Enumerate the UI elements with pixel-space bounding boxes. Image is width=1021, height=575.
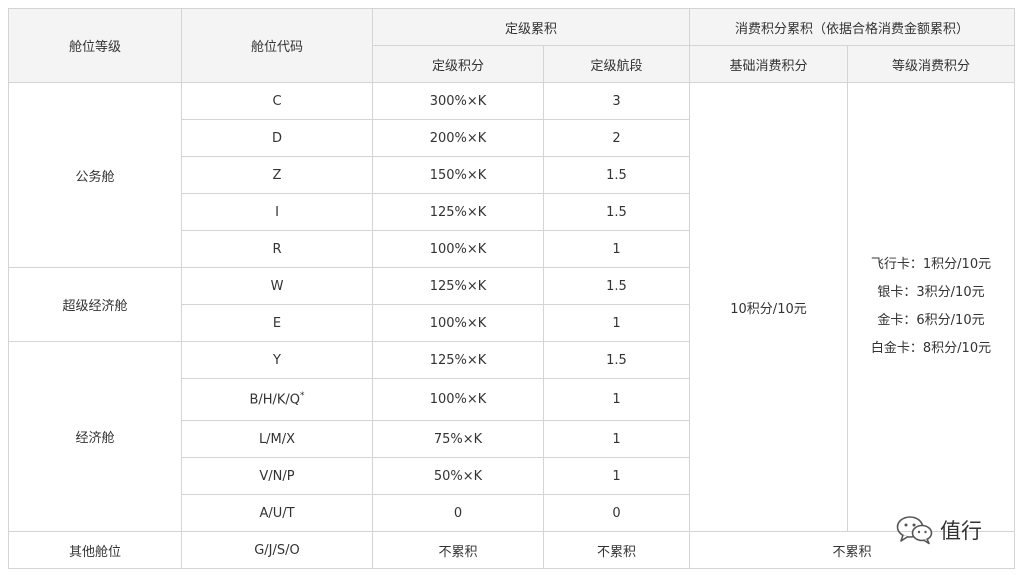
qualifying-segments-cell: 2 bbox=[543, 119, 690, 157]
qualifying-points-cell: 不累积 bbox=[372, 531, 544, 569]
base-spending-cell: 10积分/10元 bbox=[689, 82, 848, 532]
qualifying-segments-cell: 1.5 bbox=[543, 156, 690, 194]
qualifying-segments-cell: 1.5 bbox=[543, 341, 690, 379]
cabin-class-cell: 公务舱 bbox=[8, 82, 182, 268]
table-row-other: 其他舱位 G/J/S/O 不累积 不累积 不累积 bbox=[8, 531, 1015, 569]
booking-code-cell: B/H/K/Q* bbox=[181, 378, 373, 421]
header-qualifying-accrual: 定级累积 bbox=[372, 8, 690, 46]
accrual-table: 舱位等级 舱位代码 定级累积 消费积分累积（依据合格消费金额累积） 定级积分 定… bbox=[8, 8, 1015, 569]
watermark: 值行 bbox=[896, 515, 982, 545]
tier-spending-line: 白金卡：8积分/10元 bbox=[870, 341, 992, 356]
booking-code-cell: R bbox=[181, 230, 373, 268]
booking-code-cell: E bbox=[181, 304, 373, 342]
qualifying-points-cell: 125%×K bbox=[372, 267, 544, 305]
qualifying-points-cell: 100%×K bbox=[372, 304, 544, 342]
qualifying-segments-cell: 0 bbox=[543, 494, 690, 532]
header-base-spending-points: 基础消费积分 bbox=[689, 45, 848, 83]
qualifying-points-cell: 125%×K bbox=[372, 341, 544, 379]
wechat-icon bbox=[896, 516, 933, 545]
header-qualifying-points: 定级积分 bbox=[372, 45, 544, 83]
booking-code-cell: C bbox=[181, 82, 373, 120]
header-qualifying-segments: 定级航段 bbox=[543, 45, 690, 83]
qualifying-points-cell: 50%×K bbox=[372, 457, 544, 495]
header-booking-code: 舱位代码 bbox=[181, 8, 373, 83]
cabin-class-cell: 超级经济舱 bbox=[8, 267, 182, 342]
booking-code-cell: L/M/X bbox=[181, 420, 373, 458]
booking-code-cell: V/N/P bbox=[181, 457, 373, 495]
qualifying-segments-cell: 3 bbox=[543, 82, 690, 120]
booking-code-text: B/H/K/Q bbox=[249, 392, 301, 408]
qualifying-points-cell: 0 bbox=[372, 494, 544, 532]
qualifying-segments-cell: 1 bbox=[543, 378, 690, 421]
cabin-class-cell: 其他舱位 bbox=[8, 531, 182, 569]
qualifying-segments-cell: 1.5 bbox=[543, 193, 690, 231]
tier-spending-cell: 飞行卡：1积分/10元 银卡：3积分/10元 金卡：6积分/10元 白金卡：8积… bbox=[847, 82, 1015, 532]
booking-code-cell: W bbox=[181, 267, 373, 305]
qualifying-segments-cell: 1.5 bbox=[543, 267, 690, 305]
tier-spending-line: 金卡：6积分/10元 bbox=[877, 313, 985, 328]
booking-code-cell: Z bbox=[181, 156, 373, 194]
qualifying-points-cell: 75%×K bbox=[372, 420, 544, 458]
booking-code-cell: D bbox=[181, 119, 373, 157]
qualifying-points-cell: 150%×K bbox=[372, 156, 544, 194]
qualifying-segments-cell: 1 bbox=[543, 420, 690, 458]
qualifying-segments-cell: 1 bbox=[543, 304, 690, 342]
header-tier-spending-points: 等级消费积分 bbox=[847, 45, 1015, 83]
qualifying-points-cell: 100%×K bbox=[372, 230, 544, 268]
qualifying-points-cell: 100%×K bbox=[372, 378, 544, 421]
tier-spending-line: 银卡：3积分/10元 bbox=[877, 285, 985, 300]
qualifying-segments-cell: 不累积 bbox=[543, 531, 690, 569]
booking-code-cell: Y bbox=[181, 341, 373, 379]
qualifying-segments-cell: 1 bbox=[543, 230, 690, 268]
qualifying-points-cell: 300%×K bbox=[372, 82, 544, 120]
qualifying-segments-cell: 1 bbox=[543, 457, 690, 495]
header-spending-accrual: 消费积分累积（依据合格消费金额累积） bbox=[689, 8, 1015, 46]
booking-code-cell: I bbox=[181, 193, 373, 231]
qualifying-points-cell: 125%×K bbox=[372, 193, 544, 231]
table-row: 公务舱 C 300%×K 3 10积分/10元 飞行卡：1积分/10元 银卡：3… bbox=[8, 82, 1015, 532]
header-cabin-class: 舱位等级 bbox=[8, 8, 182, 83]
booking-code-cell: G/J/S/O bbox=[181, 531, 373, 569]
footnote-mark: * bbox=[300, 391, 305, 402]
header-row-1: 舱位等级 舱位代码 定级累积 消费积分累积（依据合格消费金额累积） bbox=[8, 8, 1015, 83]
booking-code-cell: A/U/T bbox=[181, 494, 373, 532]
tier-spending-line: 飞行卡：1积分/10元 bbox=[870, 257, 992, 272]
watermark-text: 值行 bbox=[940, 519, 982, 543]
qualifying-points-cell: 200%×K bbox=[372, 119, 544, 157]
cabin-class-cell: 经济舱 bbox=[8, 341, 182, 532]
